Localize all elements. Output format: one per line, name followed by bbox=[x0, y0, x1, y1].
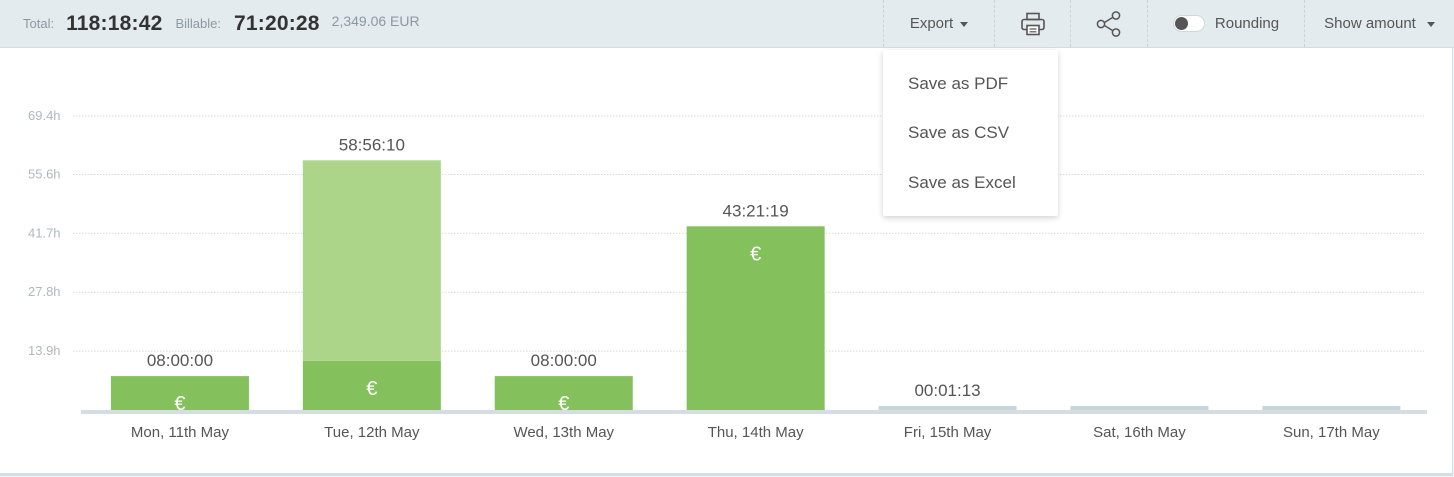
rounding-label: Rounding bbox=[1214, 15, 1280, 32]
x-tick-label: Sun, 17th May bbox=[1283, 424, 1380, 441]
x-tick-label: Thu, 14th May bbox=[708, 424, 804, 441]
x-tick-label: Sat, 16th May bbox=[1093, 424, 1186, 441]
chevron-down-icon bbox=[1426, 21, 1435, 27]
export-button[interactable]: Export bbox=[883, 0, 994, 47]
export-menu-item-excel[interactable]: Save as Excel bbox=[908, 173, 1016, 193]
empty-bar bbox=[1262, 406, 1401, 410]
bar-value-label: 08:00:00 bbox=[531, 351, 597, 370]
printer-icon bbox=[1020, 12, 1045, 35]
export-label: Export bbox=[909, 15, 954, 32]
billable-amount: 2,349.06 EUR bbox=[331, 12, 420, 29]
export-menu-item-pdf[interactable]: Save as PDF bbox=[908, 74, 1008, 94]
x-tick-label: Tue, 12th May bbox=[324, 424, 420, 441]
y-tick-label: 13.9h bbox=[28, 343, 61, 358]
y-tick-label: 69.4h bbox=[28, 108, 61, 123]
bar-value-label: 58:56:10 bbox=[339, 135, 405, 154]
total-label: Total: bbox=[23, 16, 55, 31]
x-tick-label: Wed, 13th May bbox=[513, 424, 614, 441]
chevron-down-icon bbox=[960, 21, 969, 27]
y-tick-label: 27.8h bbox=[28, 284, 61, 299]
print-button[interactable] bbox=[994, 0, 1070, 47]
bar-value-label: 08:00:00 bbox=[147, 351, 213, 370]
show-amount-dropdown[interactable]: Show amount bbox=[1304, 0, 1454, 47]
total-value: 118:18:42 bbox=[66, 11, 163, 35]
x-tick-label: Mon, 11th May bbox=[131, 424, 230, 441]
bar-non-billable bbox=[302, 160, 441, 361]
empty-bar bbox=[1070, 406, 1209, 410]
billable-marker: € bbox=[366, 378, 377, 400]
bar-value-label: 00:01:13 bbox=[914, 381, 980, 400]
x-axis-baseline bbox=[81, 410, 1427, 414]
switch-knob bbox=[1174, 17, 1188, 30]
show-amount-label: Show amount bbox=[1324, 15, 1416, 32]
share-button[interactable] bbox=[1070, 0, 1147, 47]
share-icon bbox=[1096, 10, 1121, 37]
bar-non-billable bbox=[878, 406, 1017, 410]
rounding-toggle[interactable]: Rounding bbox=[1147, 0, 1304, 47]
y-tick-label: 55.6h bbox=[28, 166, 61, 181]
export-menu-item-csv[interactable]: Save as CSV bbox=[908, 123, 1009, 143]
bar-chart: 13.9h 27.8h 41.7h 55.6h 69.4h €08:00:00 Mon, 1… bbox=[28, 108, 1427, 441]
rounding-switch[interactable] bbox=[1172, 15, 1205, 32]
x-tick-label: Fri, 15th May bbox=[904, 424, 992, 441]
billable-label: Billable: bbox=[175, 16, 221, 31]
billable-marker: € bbox=[750, 243, 761, 265]
export-menu: Save as PDF Save as CSV Save as Excel bbox=[883, 50, 1058, 216]
total-summary: Total: 118:18:42 Billable: 71:20:28 2,34… bbox=[23, 0, 420, 47]
bar-value-label: 43:21:19 bbox=[723, 201, 789, 220]
billable-value: 71:20:28 bbox=[234, 11, 320, 35]
y-tick-label: 41.7h bbox=[28, 225, 61, 240]
report-toolbar: Total: 118:18:42 Billable: 71:20:28 2,34… bbox=[0, 0, 1454, 48]
